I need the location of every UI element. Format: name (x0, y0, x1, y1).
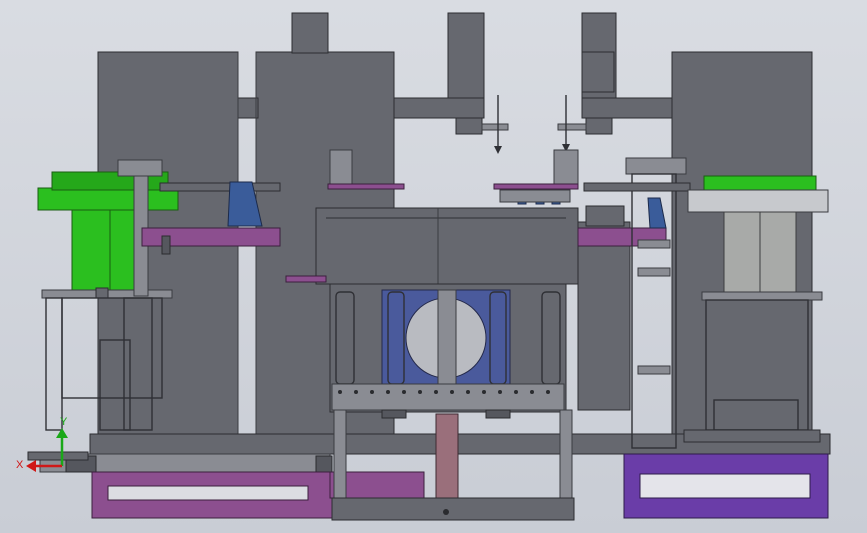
right-hopper-rim (687, 189, 829, 213)
arm-left-drop (455, 117, 483, 135)
arm-left (393, 97, 485, 119)
press-base (331, 497, 575, 521)
y-axis-label: Y (60, 416, 68, 428)
press-head (315, 207, 579, 285)
x-axis-arrow (26, 460, 36, 472)
right-stand-top (701, 291, 823, 301)
tower-right-cap (581, 51, 615, 93)
column-center-left (447, 12, 485, 100)
press-bed (331, 383, 565, 411)
left-feeder-bracket (117, 159, 163, 177)
arm-right-drop (585, 117, 613, 135)
cad-viewport[interactable]: Y X (0, 0, 867, 533)
arm-left-link (237, 97, 259, 119)
arm-right-pin (557, 123, 587, 131)
x-axis-label: X (16, 459, 24, 471)
center-left-guide (327, 183, 405, 190)
right-hopper-top (703, 175, 817, 191)
tower-left-cap (291, 12, 329, 54)
machine-assembly-drawing: Y X (16, 12, 831, 521)
arm-right (581, 97, 673, 119)
left-feeder-rail (159, 182, 281, 192)
arm-left-pin (481, 123, 509, 131)
left-hopper-rim (37, 187, 179, 211)
center-right-guide (493, 183, 579, 190)
